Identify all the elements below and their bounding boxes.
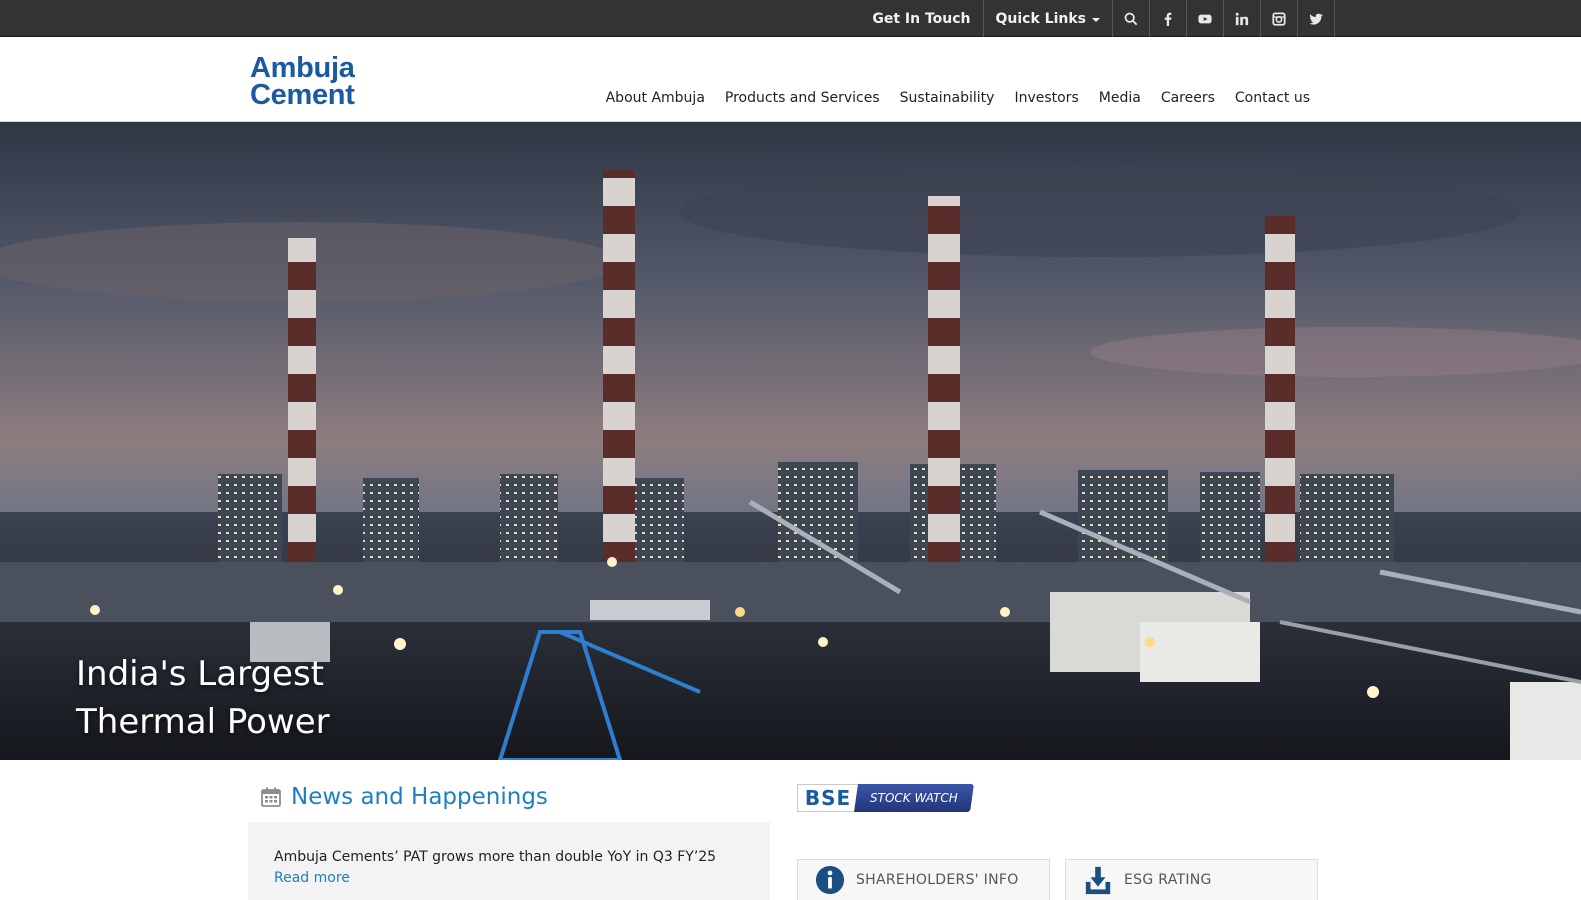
stock-watch-label: STOCK WATCH bbox=[854, 784, 974, 812]
nav-products-and-services[interactable]: Products and Services bbox=[715, 90, 890, 106]
youtube-icon[interactable] bbox=[1187, 0, 1224, 37]
hero-banner[interactable]: India's Largest Thermal Power bbox=[0, 122, 1581, 760]
nav-investors[interactable]: Investors bbox=[1004, 90, 1088, 106]
read-more-link[interactable]: Read more bbox=[274, 870, 350, 886]
hero-caption: India's Largest Thermal Power bbox=[76, 650, 330, 746]
logo-line-1: Ambuja bbox=[250, 52, 355, 84]
download-icon bbox=[1082, 864, 1114, 896]
nav-media[interactable]: Media bbox=[1089, 90, 1151, 106]
info-icon bbox=[814, 864, 846, 896]
main-header: Ambuja Cement About Ambuja Products and … bbox=[0, 37, 1581, 122]
nav-careers[interactable]: Careers bbox=[1151, 90, 1225, 106]
hero-caption-line-2: Thermal Power bbox=[76, 702, 330, 742]
esg-rating-label: ESG RATING bbox=[1124, 872, 1212, 888]
twitter-icon[interactable] bbox=[1298, 0, 1335, 37]
shareholders-info-label: SHAREHOLDERS' INFO bbox=[856, 872, 1019, 888]
top-bar-links: Get In Touch Quick Links bbox=[860, 0, 1335, 37]
get-in-touch-link[interactable]: Get In Touch bbox=[860, 0, 984, 37]
calendar-icon bbox=[261, 787, 281, 807]
quick-links-dropdown[interactable]: Quick Links bbox=[984, 0, 1113, 37]
caret-down-icon bbox=[1092, 17, 1100, 22]
bse-logo: BSE bbox=[797, 784, 859, 812]
esg-rating-card[interactable]: ESG RATING bbox=[1065, 859, 1318, 900]
facebook-icon[interactable] bbox=[1150, 0, 1187, 37]
news-section-header: News and Happenings bbox=[261, 784, 548, 810]
bse-stock-watch-banner[interactable]: BSE STOCK WATCH bbox=[797, 784, 974, 812]
instagram-icon[interactable] bbox=[1261, 0, 1298, 37]
logo-line-2: Cement bbox=[250, 79, 355, 111]
news-item-box: Ambuja Cements’ PAT grows more than doub… bbox=[248, 822, 770, 900]
news-item-text: Ambuja Cements’ PAT grows more than doub… bbox=[274, 849, 717, 865]
shareholders-info-card[interactable]: SHAREHOLDERS' INFO bbox=[797, 859, 1050, 900]
main-nav: About Ambuja Products and Services Susta… bbox=[596, 90, 1320, 106]
stock-watch-text: STOCK WATCH bbox=[870, 791, 958, 805]
ambuja-cement-logo[interactable]: Ambuja Cement bbox=[250, 52, 355, 111]
search-icon[interactable] bbox=[1113, 0, 1150, 37]
nav-about-ambuja[interactable]: About Ambuja bbox=[596, 90, 715, 106]
quick-links-label: Quick Links bbox=[995, 10, 1086, 27]
linkedin-icon[interactable] bbox=[1224, 0, 1261, 37]
news-title: News and Happenings bbox=[291, 784, 548, 810]
news-item: Ambuja Cements’ PAT grows more than doub… bbox=[274, 847, 744, 889]
hero-caption-line-1: India's Largest bbox=[76, 654, 325, 694]
nav-sustainability[interactable]: Sustainability bbox=[890, 90, 1005, 106]
top-bar: Get In Touch Quick Links bbox=[0, 0, 1581, 37]
nav-contact-us[interactable]: Contact us bbox=[1225, 90, 1320, 106]
